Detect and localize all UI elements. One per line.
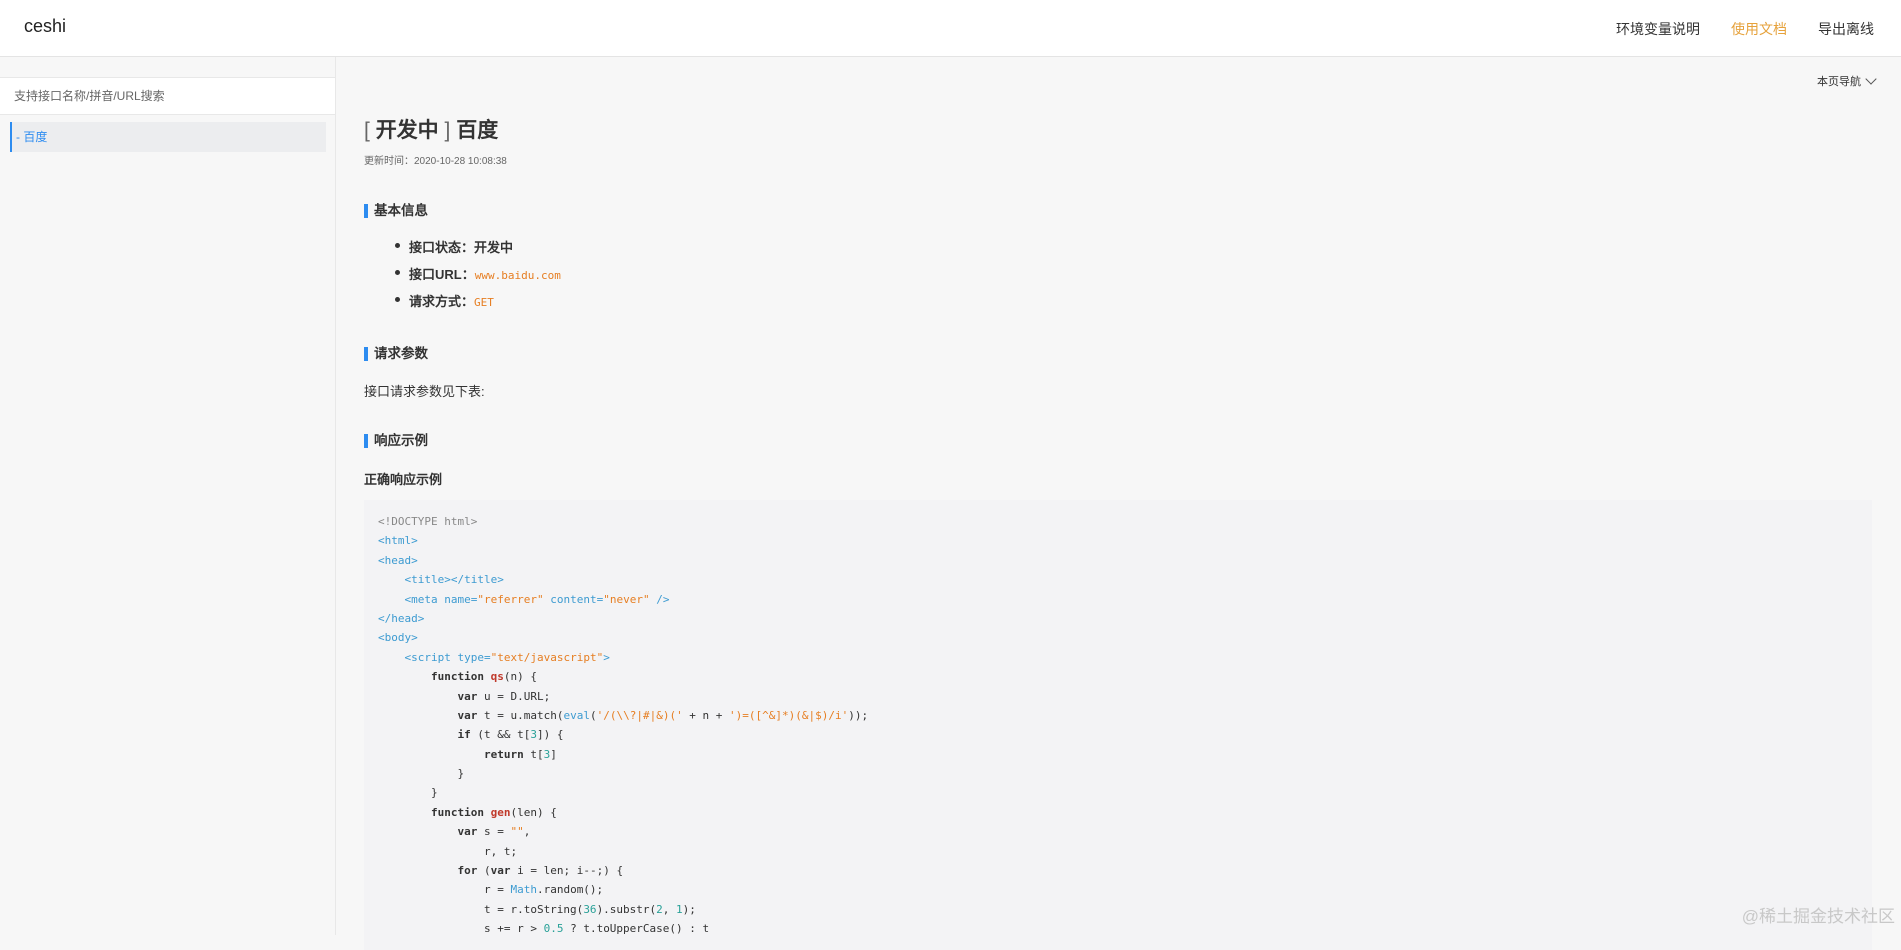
page-title: [ 开发中 ] 百度 <box>364 114 498 144</box>
code-line: <meta name="referrer" content="never" /> <box>404 592 670 606</box>
code-line: </head> <box>378 611 425 625</box>
watermark: @稀土掘金技术社区 <box>1741 907 1895 926</box>
api-search-input[interactable] <box>12 88 327 104</box>
info-value: 开发中 <box>474 240 514 255</box>
code-line: r = Math.random(); <box>378 883 604 897</box>
request-method: GET <box>474 296 494 309</box>
list-item: 请求方式：GET <box>395 291 561 318</box>
project-name[interactable]: ceshi <box>24 16 66 37</box>
code-line: <head> <box>378 553 418 567</box>
page-nav-dropdown[interactable]: 本页导航 <box>1817 73 1877 89</box>
params-description: 接口请求参数见下表: <box>364 384 485 399</box>
top-navbar: ceshi 环境变量说明 使用文档 导出离线 <box>0 0 1901 57</box>
api-name: 百度 <box>456 119 499 142</box>
nav-usage-docs[interactable]: 使用文档 <box>1731 19 1787 39</box>
sidebar: - 百度 <box>0 57 336 935</box>
status-bracket-close: ] <box>444 119 451 142</box>
code-line: <body> <box>378 631 418 645</box>
code-line: <html> <box>378 534 418 548</box>
api-search-box <box>0 77 335 115</box>
section-request-params: 请求参数 <box>364 347 428 361</box>
top-nav: 环境变量说明 使用文档 导出离线 <box>1616 19 1874 39</box>
code-line: <script type="text/javascript"> <box>404 650 610 664</box>
page-nav-label: 本页导航 <box>1817 76 1861 88</box>
code-line: r, t; <box>378 844 518 858</box>
list-item: 接口状态：开发中 <box>395 237 561 264</box>
code-line: if (t && t[3]) { <box>457 728 564 742</box>
section-response-example: 响应示例 <box>364 434 428 448</box>
code-line: var s = "", <box>457 825 531 839</box>
api-url: www.baidu.com <box>474 269 561 282</box>
sidebar-item-baidu[interactable]: - 百度 <box>10 122 326 152</box>
code-line: <!DOCTYPE html> <box>378 515 478 528</box>
info-key: 接口URL： <box>409 267 475 282</box>
code-line: <title></title> <box>404 573 504 587</box>
code-line: s += r > 0.5 ? t.toUpperCase() : t <box>378 922 710 936</box>
code-line: } <box>378 767 465 781</box>
info-key: 请求方式： <box>409 294 475 309</box>
code-line: return t[3] <box>483 747 557 761</box>
code-line: var u = D.URL; <box>457 689 551 703</box>
code-line: for (var i = len; i--;) { <box>457 864 624 878</box>
nav-export-offline[interactable]: 导出离线 <box>1818 19 1874 39</box>
status-label: 开发中 <box>375 119 439 142</box>
code-line: var t = u.match(eval('/(\\?|#|&)(' + n +… <box>457 708 869 722</box>
list-item: 接口URL：www.baidu.com <box>395 264 561 291</box>
section-basic-info: 基本信息 <box>364 204 428 218</box>
success-example-heading: 正确响应示例 <box>364 472 443 487</box>
updated-time: 更新时间：2020-10-28 10:08:38 <box>364 156 507 167</box>
basic-info-list: 接口状态：开发中 接口URL：www.baidu.com 请求方式：GET <box>395 237 561 318</box>
status-bracket-open: [ <box>364 119 370 142</box>
code-block: <!DOCTYPE html> <html> <head> <title></tit… <box>364 500 1872 950</box>
chevron-down-icon <box>1865 73 1877 85</box>
code-line: t = r.toString(36).substr(2, 1); <box>378 902 696 916</box>
code-line: } <box>378 786 438 800</box>
code-line: function qs(n) { <box>430 670 537 684</box>
code-line: function gen(len) { <box>430 805 557 819</box>
info-key: 接口状态： <box>409 240 475 255</box>
nav-env-vars[interactable]: 环境变量说明 <box>1616 19 1700 39</box>
